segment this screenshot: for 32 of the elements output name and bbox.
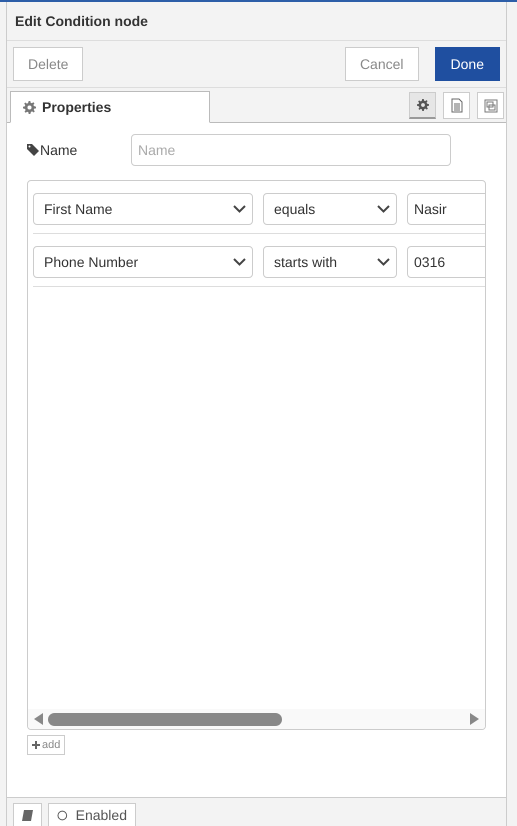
window-title: Edit Condition node <box>15 13 148 29</box>
tab-icon-button[interactable] <box>477 92 504 119</box>
gear-icon <box>23 100 36 114</box>
scroll-right-icon[interactable] <box>469 713 479 725</box>
tab-icon-button[interactable] <box>409 92 436 119</box>
add-button[interactable]: add <box>27 735 66 755</box>
enabled-toggle[interactable]: Enabled <box>48 803 136 826</box>
tab-icon-button[interactable] <box>443 92 470 119</box>
done-button[interactable]: Done <box>434 47 500 81</box>
field-select[interactable]: First Name <box>33 193 253 225</box>
name-field[interactable]: Name <box>131 134 451 166</box>
chevron-icon <box>233 205 246 213</box>
chevron-icon <box>377 258 390 266</box>
scrollbar-thumb[interactable] <box>48 712 282 726</box>
field-select[interactable]: Phone Number <box>33 246 253 278</box>
book-button[interactable] <box>13 803 42 826</box>
operator-select[interactable]: starts with <box>263 246 397 278</box>
tag-icon <box>27 144 39 156</box>
cancel-button[interactable]: Cancel <box>344 47 419 81</box>
book-icon <box>22 810 33 820</box>
properties-tab[interactable]: Properties <box>10 91 210 123</box>
scroll-left-icon[interactable] <box>34 713 44 725</box>
operator-select[interactable]: equals <box>263 193 397 225</box>
document-icon <box>450 98 462 113</box>
plus-icon <box>32 741 40 749</box>
circle-icon <box>57 810 68 820</box>
delete-button[interactable]: Delete <box>13 47 84 81</box>
name-label: Name <box>27 142 131 158</box>
chevron-icon <box>377 205 390 213</box>
chevron-icon <box>233 258 246 266</box>
frame-icon <box>482 98 498 114</box>
gear-icon <box>416 99 428 111</box>
